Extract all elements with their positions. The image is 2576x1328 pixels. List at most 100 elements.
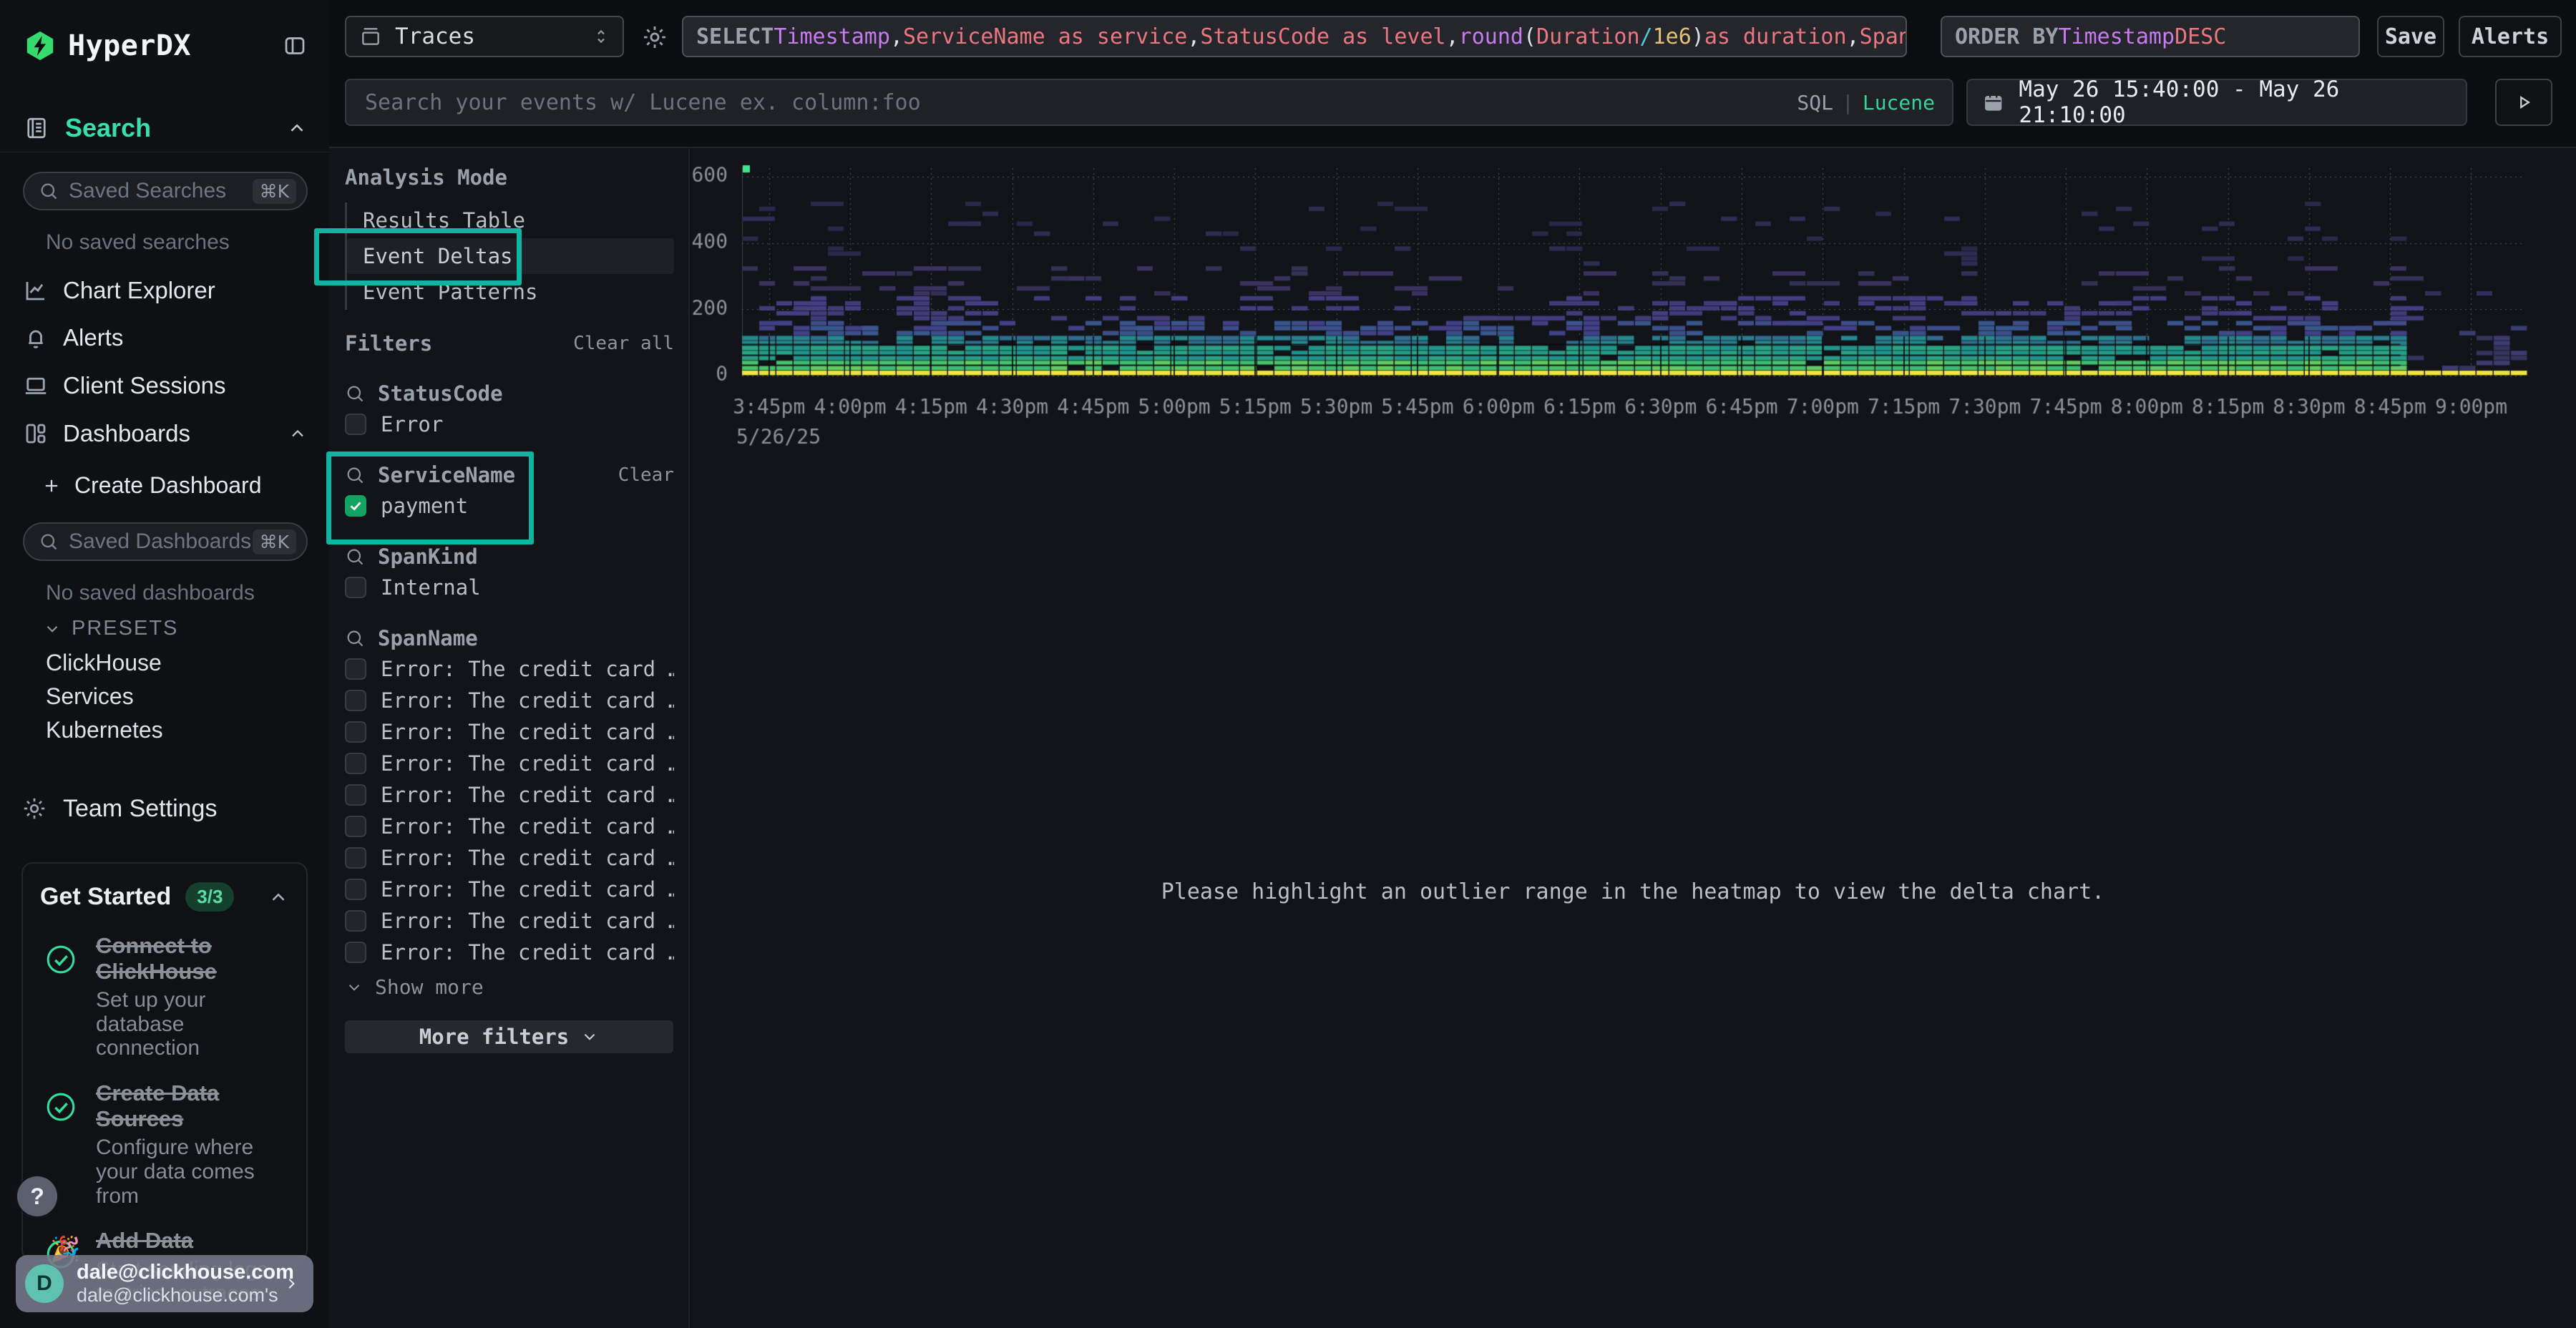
filter-group-name: ServiceName [378,463,515,487]
more-filters-button[interactable]: More filters [345,1020,673,1053]
query-token: 1e6 [1653,24,1692,49]
language-toggle[interactable]: SQL | Lucene [1797,91,1935,114]
source-select[interactable]: Traces [345,16,624,57]
run-query-button[interactable] [2495,79,2552,126]
help-button[interactable]: ? [17,1176,57,1216]
clear-all-filters-link[interactable]: Clear all [573,333,674,354]
create-dashboard-button[interactable]: Create Dashboard [42,472,261,499]
create-dashboard-label: Create Dashboard [74,472,261,499]
get-started-item-connect-to-clickhouse[interactable]: Connect to ClickHouseSet up your databas… [40,933,289,1060]
analysis-mode-option-results-table[interactable]: Results Table [347,202,674,238]
search-input[interactable] [364,89,1785,116]
presets-label: PRESETS [72,617,178,640]
checkbox-unchecked[interactable] [345,721,366,743]
filter-checkbox-error-the-credit-card[interactable]: Error: The credit card … [345,719,674,745]
search-icon [345,465,365,485]
analysis-mode-option-event-deltas[interactable]: Event Deltas [347,238,674,274]
check-circle-icon [44,943,77,976]
check-circle-icon [44,1090,77,1123]
hyperdx-logo-icon [24,29,57,62]
checkbox-unchecked[interactable] [345,910,366,932]
user-email: dale@clickhouse.com [77,1261,283,1284]
logo-row: HyperDX [24,27,308,64]
filter-checkbox-error-the-credit-card[interactable]: Error: The credit card … [345,656,674,682]
filter-checkbox-error-the-credit-card[interactable]: Error: The credit card … [345,688,674,713]
sidebar-item-search[interactable]: Search [24,112,308,145]
save-button[interactable]: Save [2377,16,2444,57]
search-icon [345,547,365,567]
user-info: dale@clickhouse.com dale@clickhouse.com'… [77,1261,283,1307]
plus-icon [42,476,62,496]
play-icon [2513,92,2534,113]
get-started-item-create-data-sources[interactable]: Create Data SourcesConfigure where your … [40,1080,289,1208]
filter-checkbox-error[interactable]: Error [345,411,674,437]
query-token: ) [1692,24,1704,49]
sidebar-item-label: Dashboards [63,420,190,447]
event-search-bar: SQL | Lucene [345,79,1953,126]
order-by-editor[interactable]: ORDER BY Timestamp DESC [1941,16,2360,57]
team-settings-label: Team Settings [63,795,217,823]
source-settings-gear-icon[interactable] [641,24,668,51]
duration-heatmap-chart[interactable] [690,148,2576,463]
checkbox-unchecked[interactable] [345,847,366,869]
checkbox-unchecked[interactable] [345,658,366,680]
saved-dashboards-input[interactable]: Saved Dashboards ⌘K [23,522,308,561]
filter-checkbox-error-the-credit-card[interactable]: Error: The credit card … [345,939,674,965]
query-token: Timestamp [774,24,890,49]
checkbox-unchecked[interactable] [345,784,366,806]
get-started-item-title: Connect to ClickHouse [96,933,289,984]
checkbox-unchecked[interactable] [345,414,366,435]
checkbox-unchecked[interactable] [345,690,366,711]
filter-checkbox-error-the-credit-card[interactable]: Error: The credit card … [345,845,674,871]
get-started-header[interactable]: Get Started 3/3 [40,882,289,912]
filters-header: Filters Clear all [345,331,674,356]
sidebar-item-alerts[interactable]: Alerts [0,319,329,356]
query-token: as duration [1704,24,1847,49]
filter-checkbox-error-the-credit-card[interactable]: Error: The credit card … [345,814,674,839]
sidebar-item-team-settings[interactable]: Team Settings [0,790,329,827]
collapse-sidebar-icon[interactable] [282,33,308,59]
saved-searches-input[interactable]: Saved Searches ⌘K [23,172,308,210]
sidebar-item-label: Alerts [63,324,123,351]
clear-servicename-filter[interactable]: Clear [618,464,674,486]
chevron-up-icon[interactable] [268,887,289,908]
lucene-toggle[interactable]: Lucene [1863,91,1935,114]
user-menu[interactable]: D dale@clickhouse.com dale@clickhouse.co… [16,1255,313,1312]
preset-item-services[interactable]: Services [46,683,134,710]
query-token: / [1640,24,1653,49]
analysis-mode-option-event-patterns[interactable]: Event Patterns [347,274,674,310]
checkbox-unchecked[interactable] [345,753,366,774]
checkbox-unchecked[interactable] [345,942,366,963]
search-section-label: Search [65,113,151,143]
filter-checkbox-payment[interactable]: payment [345,493,674,519]
time-range-picker[interactable]: May 26 15:40:00 - May 26 21:10:00 [1966,79,2467,126]
toggle-divider: | [1842,91,1854,114]
checkbox-unchecked[interactable] [345,816,366,837]
sidebar-item-client-sessions[interactable]: Client Sessions [0,367,329,404]
checkbox-checked[interactable] [345,495,366,517]
journal-icon [24,115,49,141]
no-saved-searches-text: No saved searches [46,230,230,255]
select-clause-editor[interactable]: SELECT Timestamp, ServiceName as service… [682,16,1907,57]
preset-item-clickhouse[interactable]: ClickHouse [46,650,162,676]
filter-checkbox-internal[interactable]: Internal [345,575,674,600]
filter-group-spankind: SpanKindInternal [345,545,674,600]
sidebar-item-dashboards[interactable]: Dashboards [0,415,329,452]
filter-checkbox-error-the-credit-card[interactable]: Error: The credit card … [345,751,674,776]
alerts-button[interactable]: Alerts [2459,16,2562,57]
checkbox-unchecked[interactable] [345,577,366,598]
checkbox-unchecked[interactable] [345,879,366,900]
filter-checkbox-error-the-credit-card[interactable]: Error: The credit card … [345,908,674,934]
chevron-up-icon[interactable] [286,117,308,139]
filter-groups: StatusCodeError ServiceName Clear payment Sp… [345,381,674,999]
preset-item-kubernetes[interactable]: Kubernetes [46,717,163,743]
chevron-up-icon [288,424,308,444]
sql-toggle[interactable]: SQL [1797,91,1833,114]
query-token: SELECT [696,24,774,49]
filter-checkbox-error-the-credit-card[interactable]: Error: The credit card … [345,877,674,902]
filter-group-statuscode: StatusCodeError [345,381,674,437]
filter-checkbox-error-the-credit-card[interactable]: Error: The credit card … [345,782,674,808]
presets-toggle[interactable]: PRESETS [43,617,178,640]
show-more-link[interactable]: Show more [345,975,674,999]
sidebar-item-chart-explorer[interactable]: Chart Explorer [0,272,329,309]
